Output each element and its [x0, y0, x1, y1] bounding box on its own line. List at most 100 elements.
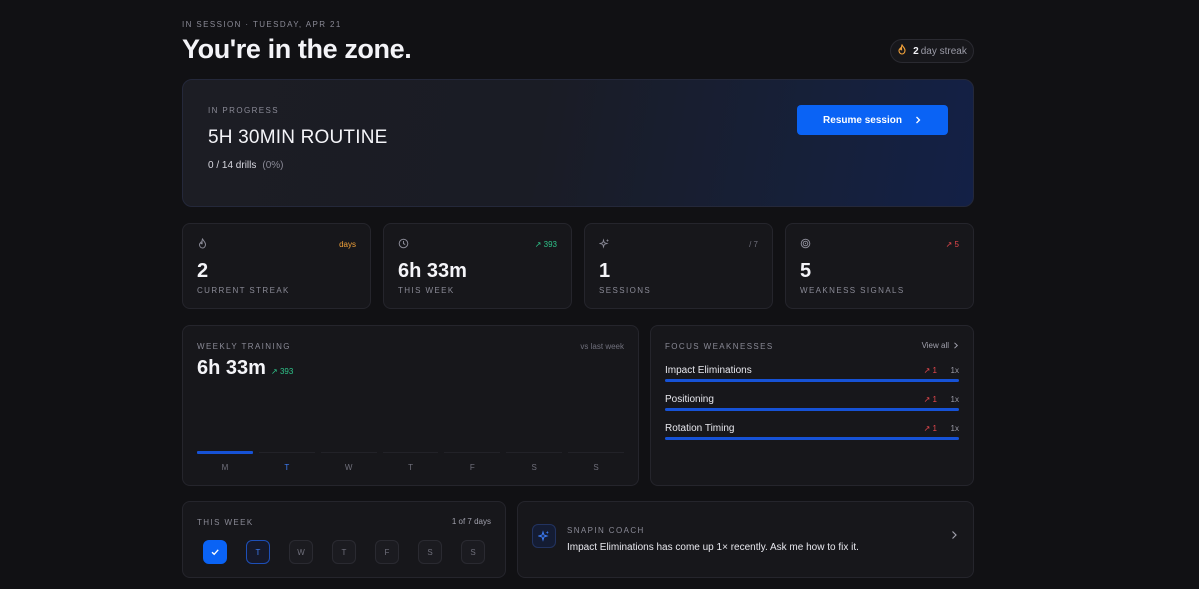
routine-status: IN PROGRESS	[208, 106, 279, 115]
arrow-up-right-icon: ↗	[923, 395, 931, 404]
stat-value: 6h 33m	[398, 260, 467, 282]
weakness-bar-fill	[665, 379, 959, 382]
sparkle-icon	[538, 530, 549, 542]
days-fraction: 1 of 7 days	[451, 517, 491, 526]
stat-total: / 7	[749, 240, 758, 249]
day-bar: S	[506, 450, 563, 472]
card-title: THIS WEEK	[197, 518, 254, 527]
weakness-trend: ↗ 1	[923, 424, 937, 433]
clock-icon	[398, 238, 409, 249]
stat-weakness-signals: ↗ 5 5 WEAKNESS SIGNALS	[785, 223, 974, 309]
arrow-up-right-icon: ↗	[271, 367, 278, 376]
stat-value: 2	[197, 260, 209, 282]
bar-track	[382, 452, 439, 453]
check-icon	[211, 549, 219, 556]
day-label: S	[531, 463, 537, 472]
day-bar: W	[320, 450, 377, 472]
weakness-name: Positioning	[665, 394, 714, 405]
weakness-bar	[665, 379, 959, 382]
weakness-item[interactable]: Rotation Timing ↗ 1 1x	[665, 423, 959, 445]
weekly-delta: ↗ 393	[271, 367, 294, 376]
stat-sessions: / 7 1 SESSIONS	[584, 223, 773, 309]
routine-title: 5H 30MIN ROUTINE	[208, 127, 388, 148]
day-pending[interactable]: T	[332, 540, 356, 564]
weakness-item[interactable]: Impact Eliminations ↗ 1 1x	[665, 365, 959, 387]
weakness-name: Rotation Timing	[665, 423, 735, 434]
page-title: You're in the zone.	[182, 34, 412, 64]
streak-label: day streak	[920, 45, 967, 57]
stat-delta: ↗ 393	[534, 240, 557, 249]
day-pending[interactable]: F	[375, 540, 399, 564]
weekly-total: 6h 33m	[197, 357, 266, 379]
bar-fill	[197, 451, 253, 454]
chevron-right-icon	[916, 116, 921, 124]
day-label: F	[469, 463, 475, 472]
stat-label: THIS WEEK	[398, 286, 455, 295]
weakness-trend: ↗ 1	[923, 366, 937, 375]
weakness-bar-fill	[665, 408, 959, 411]
view-all-link[interactable]: View all	[922, 341, 959, 350]
day-pending[interactable]: S	[461, 540, 485, 564]
stat-value: 5	[800, 260, 812, 282]
chevron-right-icon	[954, 342, 959, 349]
day-completed[interactable]	[203, 540, 227, 564]
weakness-count: 1x	[950, 424, 959, 433]
flame-icon	[198, 238, 207, 249]
day-bar: M	[197, 450, 253, 472]
stat-label: SESSIONS	[599, 286, 652, 295]
day-label: W	[344, 463, 353, 472]
bar-track	[444, 452, 501, 453]
arrow-up-right-icon: ↗	[945, 240, 953, 249]
current-routine-card: IN PROGRESS 5H 30MIN ROUTINE 0 / 14 dril…	[182, 79, 974, 207]
day-label: S	[593, 463, 599, 472]
stat-value: 1	[599, 260, 611, 282]
drill-count: 0 / 14 drills	[208, 160, 257, 171]
resume-label: Resume session	[823, 114, 902, 126]
arrow-up-right-icon: ↗	[923, 424, 931, 433]
day-label: M	[221, 463, 229, 472]
weekly-training-card: WEEKLY TRAINING vs last week 6h 33m ↗ 39…	[182, 325, 639, 486]
weakness-item[interactable]: Positioning ↗ 1 1x	[665, 394, 959, 416]
day-bar: F	[444, 450, 501, 472]
weakness-bar-fill	[665, 437, 959, 440]
day-tracker: TWTFSS	[203, 540, 485, 564]
flame-icon	[897, 43, 907, 58]
stat-unit: days	[339, 240, 356, 249]
day-pending[interactable]: S	[418, 540, 442, 564]
day-label: T	[284, 463, 290, 472]
target-icon	[800, 238, 811, 249]
weakness-count: 1x	[950, 366, 959, 375]
stat-delta: ↗ 5	[945, 240, 959, 249]
stat-current-streak: days 2 CURRENT STREAK	[182, 223, 371, 309]
stat-label: CURRENT STREAK	[197, 286, 290, 295]
bar-track	[506, 452, 563, 453]
coach-card[interactable]: SNAPIN COACH Impact Eliminations has com…	[517, 501, 974, 578]
weakness-bar	[665, 437, 959, 440]
bar-track	[320, 452, 377, 453]
resume-session-button[interactable]: Resume session	[797, 105, 948, 135]
focus-weaknesses-card: FOCUS WEAKNESSES View all Impact Elimina…	[650, 325, 974, 486]
card-title: FOCUS WEAKNESSES	[665, 342, 774, 351]
card-title: WEEKLY TRAINING	[197, 342, 291, 351]
arrow-up-right-icon: ↗	[923, 366, 931, 375]
weakness-trend: ↗ 1	[923, 395, 937, 404]
routine-progress: 0 / 14 drills (0%)	[208, 160, 283, 171]
weakness-bar	[665, 408, 959, 411]
stat-this-week: ↗ 393 6h 33m THIS WEEK	[383, 223, 572, 309]
stat-label: WEAKNESS SIGNALS	[800, 286, 905, 295]
weekly-bar-chart: MTWTFSS	[197, 450, 625, 472]
day-bar: T	[382, 450, 439, 472]
session-kicker: IN SESSION · TUESDAY, APR 21	[182, 20, 342, 29]
stats-row: days 2 CURRENT STREAK ↗ 393 6h 33m THIS …	[182, 223, 974, 309]
weakness-count: 1x	[950, 395, 959, 404]
streak-badge[interactable]: 2 day streak	[890, 39, 974, 63]
streak-count: 2	[913, 45, 919, 57]
compare-label: vs last week	[580, 342, 624, 351]
day-today[interactable]: T	[246, 540, 270, 564]
day-pending[interactable]: W	[289, 540, 313, 564]
arrow-up-right-icon: ↗	[534, 240, 542, 249]
sparkle-icon	[599, 238, 610, 249]
day-bar: S	[568, 450, 625, 472]
coach-badge	[532, 524, 556, 548]
bar-track	[568, 452, 625, 453]
